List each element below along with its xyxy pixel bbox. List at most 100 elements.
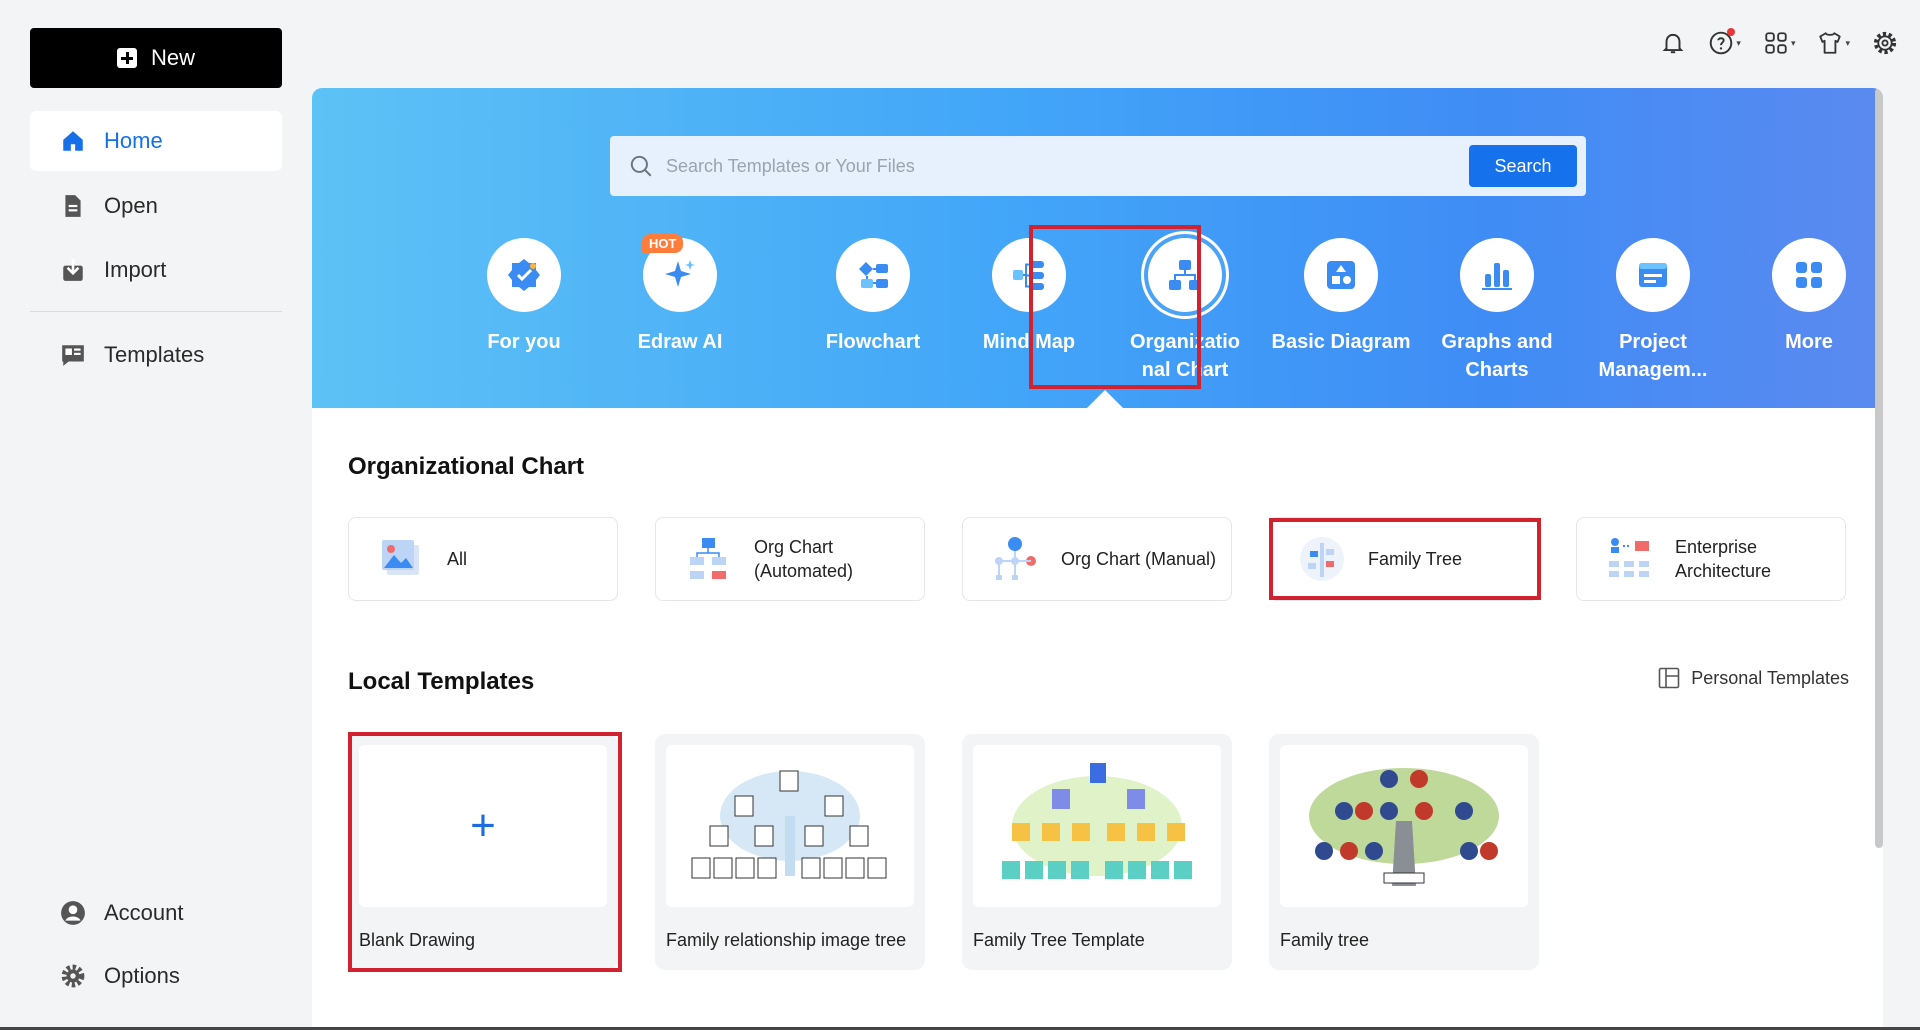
category-basic-diagram[interactable]: Basic Diagram bbox=[1271, 238, 1411, 356]
category-for-you[interactable]: For you bbox=[454, 238, 594, 356]
highlight-box bbox=[1269, 518, 1541, 600]
gear-icon bbox=[1873, 31, 1897, 55]
subcategory-label: Org Chart (Manual) bbox=[1061, 549, 1217, 569]
subcategory-all[interactable]: All bbox=[348, 517, 618, 601]
category-label: Basic Diagram bbox=[1271, 331, 1411, 353]
highlight-box bbox=[348, 732, 622, 972]
project-icon bbox=[1639, 263, 1667, 287]
category-circle bbox=[1772, 238, 1846, 312]
category-circle bbox=[1616, 238, 1690, 312]
family-tree-thumbnail-icon bbox=[1002, 763, 1192, 879]
subcategory-label: All bbox=[447, 549, 468, 569]
sidebar-item-label: Options bbox=[104, 963, 180, 988]
more-grid-icon bbox=[1796, 262, 1822, 288]
sidebar-item-options[interactable]: Options bbox=[30, 946, 282, 1006]
category-circle bbox=[1460, 238, 1534, 312]
personal-templates-link[interactable]: Personal Templates bbox=[1657, 666, 1849, 690]
hot-badge: HOT bbox=[642, 234, 684, 253]
template-thumbnail bbox=[1280, 745, 1528, 907]
settings-button[interactable] bbox=[1872, 30, 1898, 56]
subcategory-enterprise-architecture[interactable]: Enterprise Architecture bbox=[1576, 517, 1846, 601]
org-chart-manual-icon bbox=[995, 537, 1036, 580]
personal-templates-label: Personal Templates bbox=[1691, 667, 1849, 688]
theme-button[interactable]: ▾ bbox=[1817, 30, 1850, 56]
sidebar-divider bbox=[30, 311, 282, 312]
subcategory-org-chart-manual[interactable]: Org Chart (Manual) bbox=[962, 517, 1232, 601]
subcategory-org-chart-automated[interactable]: Org Chart (Automated) bbox=[655, 517, 925, 601]
sidebar-item-label: Templates bbox=[104, 342, 205, 367]
sidebar-item-label: Open bbox=[104, 193, 158, 218]
category-more[interactable]: More bbox=[1739, 238, 1879, 356]
sidebar-item-import[interactable]: Import bbox=[30, 240, 282, 300]
sidebar-item-label: Account bbox=[104, 900, 184, 925]
new-button[interactable]: New bbox=[30, 28, 282, 88]
template-label: Family tree bbox=[1280, 930, 1370, 950]
sidebar-item-open[interactable]: Open bbox=[30, 176, 282, 236]
top-toolbar: ▾ ▾ ▾ bbox=[1660, 28, 1898, 56]
templates-icon bbox=[62, 345, 84, 366]
template-family-relationship[interactable]: Family relationship image tree bbox=[655, 734, 925, 970]
sidebar-item-templates[interactable]: Templates bbox=[30, 325, 282, 385]
template-label: Family relationship image tree bbox=[666, 930, 907, 950]
bell-icon bbox=[1662, 33, 1684, 54]
sidebar-item-label: Home bbox=[104, 128, 163, 153]
image-icon bbox=[382, 540, 419, 575]
chevron-down-icon: ▾ bbox=[1790, 37, 1796, 48]
sidebar: New Home Open Import Templates Account O… bbox=[0, 0, 308, 1030]
template-family-tree[interactable]: Family tree bbox=[1269, 734, 1539, 970]
help-button[interactable]: ▾ bbox=[1708, 28, 1741, 56]
notification-dot bbox=[1726, 28, 1735, 36]
apps-button[interactable]: ▾ bbox=[1763, 30, 1796, 56]
template-family-tree-template[interactable]: Family Tree Template bbox=[962, 734, 1232, 970]
local-templates-title: Local Templates bbox=[348, 668, 535, 695]
subcategory-label: Org Chart (Automated) bbox=[754, 537, 854, 581]
new-button-label: New bbox=[150, 45, 195, 70]
sidebar-item-account[interactable]: Account bbox=[30, 883, 282, 943]
family-tree-thumbnail-icon bbox=[691, 770, 887, 879]
category-label: For you bbox=[487, 331, 561, 353]
notifications-button[interactable] bbox=[1660, 30, 1686, 56]
template-label: Family Tree Template bbox=[973, 930, 1145, 950]
import-icon bbox=[63, 259, 83, 281]
scrollbar[interactable] bbox=[1875, 88, 1883, 848]
search-input[interactable] bbox=[666, 155, 1469, 177]
highlight-box bbox=[1029, 225, 1201, 389]
category-circle bbox=[1304, 238, 1378, 312]
section-title: Organizational Chart bbox=[348, 453, 585, 480]
category-graphs-charts[interactable]: Graphs and Charts bbox=[1427, 238, 1567, 384]
basic-diagram-icon bbox=[1327, 261, 1355, 289]
org-chart-icon bbox=[690, 538, 726, 579]
sidebar-item-home[interactable]: Home bbox=[30, 111, 282, 171]
enterprise-architecture-icon bbox=[1609, 538, 1649, 577]
for-you-icon bbox=[508, 259, 540, 291]
main-panel: Search For you Edraw AI HOT Flowchart bbox=[312, 88, 1883, 1030]
category-label: Project Managem... bbox=[1598, 331, 1708, 381]
home-icon bbox=[63, 131, 83, 151]
flowchart-icon bbox=[859, 262, 888, 288]
account-icon bbox=[61, 901, 85, 925]
edraw-ai-icon bbox=[665, 260, 695, 287]
category-separator bbox=[707, 264, 709, 290]
plus-square-icon bbox=[116, 48, 137, 68]
chevron-down-icon: ▾ bbox=[1736, 37, 1741, 48]
chevron-down-icon: ▾ bbox=[1845, 37, 1850, 48]
file-icon bbox=[65, 195, 81, 217]
tshirt-icon bbox=[1819, 32, 1842, 54]
search-button[interactable]: Search bbox=[1469, 145, 1577, 187]
category-label: Edraw AI bbox=[637, 331, 723, 353]
template-thumbnail bbox=[973, 745, 1221, 907]
category-edraw-ai[interactable]: Edraw AI bbox=[610, 238, 750, 356]
category-label: Graphs and Charts bbox=[1441, 331, 1553, 381]
apps-grid-icon bbox=[1765, 32, 1787, 54]
search-bar: Search bbox=[610, 136, 1586, 196]
category-circle bbox=[487, 238, 561, 312]
category-flowchart[interactable]: Flowchart bbox=[803, 238, 943, 356]
subcategory-label: Enterprise Architecture bbox=[1675, 537, 1772, 581]
category-project-management[interactable]: Project Managem... bbox=[1583, 238, 1723, 384]
search-icon bbox=[630, 155, 652, 177]
selection-pointer bbox=[1085, 390, 1125, 410]
template-thumbnail bbox=[666, 745, 914, 907]
category-circle bbox=[836, 238, 910, 312]
layout-icon bbox=[1658, 667, 1680, 689]
category-label: Flowchart bbox=[825, 331, 921, 353]
